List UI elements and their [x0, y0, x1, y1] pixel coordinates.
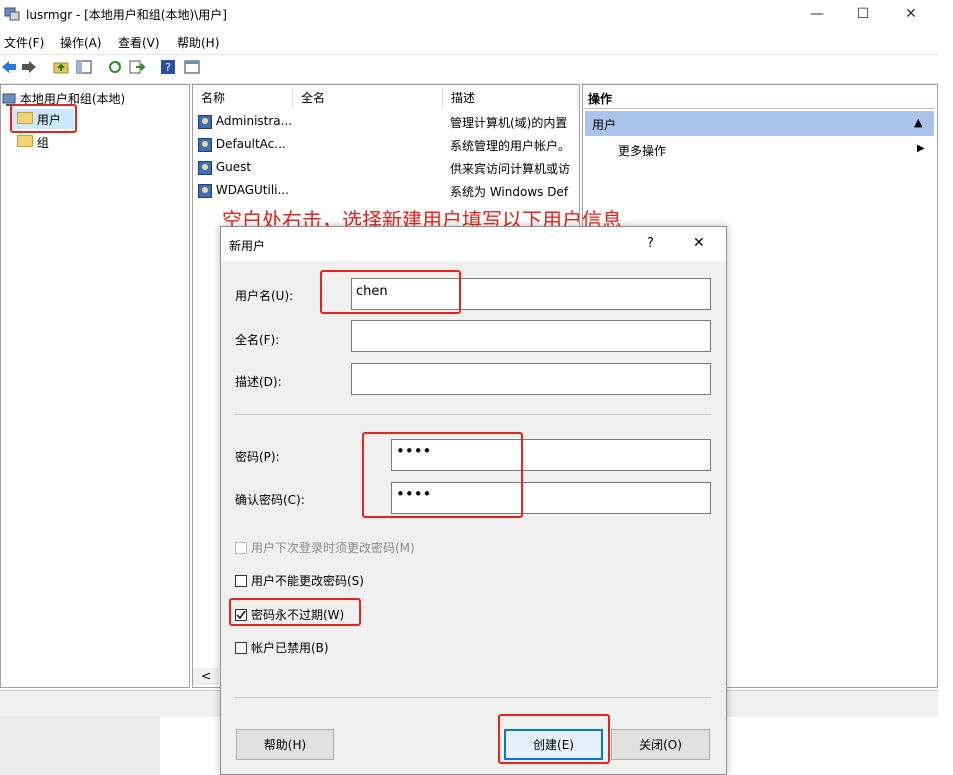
highlight-box-create: [498, 714, 610, 764]
menu-bar: 文件(F) 操作(A) 查看(V) 帮助(H): [0, 30, 938, 52]
checkbox-label: 帐户已禁用(B): [251, 641, 329, 655]
maximize-button[interactable]: ☐: [840, 0, 886, 28]
highlight-box-users: [10, 104, 77, 133]
column-header-name[interactable]: 名称: [193, 88, 293, 110]
submenu-arrow-icon[interactable]: ▶: [917, 143, 925, 154]
up-folder-icon[interactable]: [52, 58, 70, 76]
list-row-description: 系统管理的用户帐户。: [450, 139, 571, 153]
tree-item-label: 组: [36, 136, 49, 150]
checkbox-label: 用户下次登录时须更改密码(M): [251, 541, 415, 555]
more-actions-link[interactable]: 更多操作: [618, 142, 666, 159]
dialog-help-button[interactable]: ?: [647, 236, 654, 251]
description-label: 描述(D):: [235, 375, 282, 389]
dialog-close-button[interactable]: ✕: [693, 235, 705, 251]
column-header-fullname[interactable]: 全名: [293, 88, 443, 110]
close-button[interactable]: 关闭(O): [611, 729, 710, 760]
username-label: 用户名(U):: [235, 289, 294, 303]
user-icon: [198, 137, 212, 152]
password-label: 密码(P):: [235, 450, 280, 464]
forward-arrow-icon[interactable]: [20, 58, 38, 76]
cannot-change-password-option[interactable]: 用户不能更改密码(S): [235, 572, 364, 589]
minimize-button[interactable]: —: [794, 0, 840, 28]
must-change-password-option: 用户下次登录时须更改密码(M): [235, 539, 415, 556]
properties-icon[interactable]: [183, 58, 201, 76]
folder-icon: [17, 135, 33, 147]
column-header-description[interactable]: 描述: [443, 88, 578, 110]
user-icon: [198, 183, 212, 198]
help-icon[interactable]: ?: [159, 58, 177, 76]
list-row-description: 供来宾访问计算机或访: [450, 162, 571, 176]
user-name: DefaultAc...: [215, 137, 286, 151]
show-hide-tree-icon[interactable]: [75, 58, 93, 76]
user-icon: [198, 160, 212, 175]
actions-section-bar[interactable]: [585, 111, 934, 136]
checkbox[interactable]: [235, 641, 247, 654]
collapse-arrow-icon[interactable]: ▲: [914, 116, 922, 129]
new-user-dialog: 新用户 ? ✕ 用户名(U): chen 全名(F): 描述(D): 密码(P)…: [220, 226, 727, 775]
help-button[interactable]: 帮助(H): [236, 729, 334, 760]
fullname-label: 全名(F):: [235, 333, 280, 347]
checkbox-label: 用户不能更改密码(S): [251, 574, 364, 588]
list-row-description: 系统为 Windows Def: [450, 185, 569, 199]
dialog-title: 新用户: [229, 239, 266, 253]
separator: [235, 697, 711, 698]
user-name: Guest: [215, 160, 252, 174]
separator: [235, 414, 711, 415]
window-title: lusrmgr - [本地用户和组(本地)\用户]: [26, 8, 227, 22]
checkbox[interactable]: [235, 574, 247, 587]
user-icon: [198, 114, 212, 129]
tree-pane: [0, 84, 190, 688]
list-row-name[interactable]: WDAGUtili...: [198, 183, 293, 198]
svg-text:?: ?: [165, 61, 171, 74]
tree-item-groups[interactable]: 组: [17, 134, 49, 151]
menu-file[interactable]: 文件(F): [4, 34, 44, 51]
highlight-box-passwords: [362, 432, 523, 518]
menu-help[interactable]: 帮助(H): [177, 34, 219, 51]
confirm-password-label: 确认密码(C):: [235, 493, 305, 507]
list-row-name[interactable]: DefaultAc...: [198, 137, 293, 152]
title-bar: lusrmgr - [本地用户和组(本地)\用户] — ☐ ✕: [0, 0, 938, 28]
list-row-name[interactable]: Administra...: [198, 114, 293, 129]
back-arrow-icon[interactable]: [0, 58, 18, 76]
highlight-box-username: [320, 270, 461, 314]
checkbox: [235, 541, 247, 554]
refresh-icon[interactable]: [106, 58, 124, 76]
menu-view[interactable]: 查看(V): [118, 34, 160, 51]
actions-section-label: 用户: [592, 118, 617, 132]
account-disabled-option[interactable]: 帐户已禁用(B): [235, 639, 329, 656]
highlight-box-never-expires: [229, 598, 361, 626]
list-row-description: 管理计算机(域)的内置: [450, 116, 568, 130]
user-name: Administra...: [215, 114, 293, 128]
export-list-icon[interactable]: [128, 58, 146, 76]
taskbar-fragment: [0, 716, 160, 775]
actions-header-bar: [583, 86, 935, 109]
fullname-input[interactable]: [351, 320, 711, 352]
menu-action[interactable]: 操作(A): [60, 34, 102, 51]
description-input[interactable]: [351, 363, 711, 395]
close-window-button[interactable]: ✕: [888, 0, 934, 28]
list-row-name[interactable]: Guest: [198, 160, 293, 175]
computer-management-icon: [4, 5, 20, 21]
user-name: WDAGUtili...: [215, 183, 289, 197]
horizontal-scroll-left[interactable]: <: [193, 668, 219, 685]
actions-header: 操作: [588, 92, 613, 106]
